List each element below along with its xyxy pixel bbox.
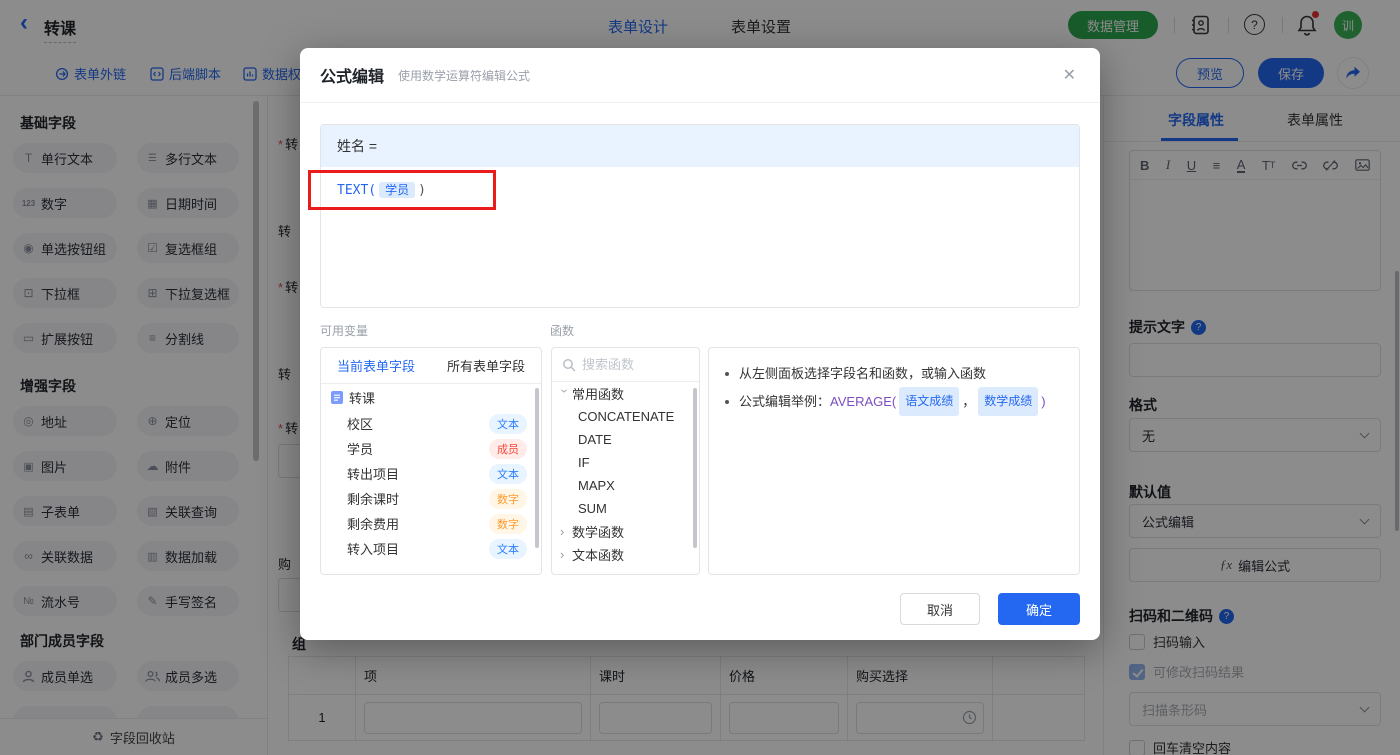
functions-panel: 常用函数 CONCATENATE DATE IF MAPX SUM 数学函数 文… (551, 347, 700, 575)
cancel-button[interactable]: 取消 (900, 593, 980, 625)
bullet (725, 399, 729, 404)
function-group[interactable]: 文本函数 (552, 543, 699, 566)
function-item[interactable]: SUM (552, 497, 699, 520)
example-function: AVERAGE( (830, 394, 897, 409)
variable-row[interactable]: 转入项目 文本 (321, 536, 541, 561)
modal-header: 公式编辑 使用数学运算符编辑公式 (300, 48, 1100, 103)
function-search-input[interactable] (582, 357, 682, 372)
variable-row[interactable]: 校区 文本 (321, 411, 541, 436)
close-icon[interactable] (1063, 65, 1076, 85)
type-badge: 文本 (489, 463, 527, 484)
help-panel: 从左侧面板选择字段名和函数，或输入函数 公式编辑举例： AVERAGE( 语文成… (708, 347, 1080, 575)
modal-title: 公式编辑 (320, 69, 385, 86)
help-tip: 从左侧面板选择字段名和函数，或输入函数 (725, 360, 1063, 387)
variables-panel: 当前表单字段 所有表单字段 转课 校区 文本 学员 成员 转出项目 文本 剩余课时 数字… (320, 347, 542, 575)
type-badge: 数字 (489, 513, 527, 534)
function-item[interactable]: DATE (552, 428, 699, 451)
variables-tabs: 当前表单字段 所有表单字段 (321, 348, 541, 384)
example-field-chip: 语文成绩 (899, 387, 960, 416)
variable-row[interactable]: 学员 成员 (321, 436, 541, 461)
function-item[interactable]: IF (552, 451, 699, 474)
function-item[interactable]: MAPX (552, 474, 699, 497)
function-group[interactable]: 数学函数 (552, 520, 699, 543)
function-search (552, 348, 699, 382)
help-example: 公式编辑举例： AVERAGE( 语文成绩 ， 数学成绩 ) (725, 387, 1063, 416)
chevron-right-icon (560, 524, 572, 539)
form-tree-root[interactable]: 转课 (321, 384, 541, 411)
variable-row[interactable]: 剩余课时 数字 (321, 486, 541, 511)
variables-scrollbar[interactable] (535, 388, 539, 548)
type-badge: 文本 (489, 538, 527, 559)
formula-edit-modal: 公式编辑 使用数学运算符编辑公式 姓名 = TEXT(学员) 可用变量 函数 当… (300, 48, 1100, 640)
tab-all-form-fields[interactable]: 所有表单字段 (431, 356, 541, 375)
chevron-right-icon (560, 547, 572, 562)
functions-label: 函数 (550, 324, 575, 338)
search-icon (563, 358, 576, 372)
form-doc-icon (331, 391, 343, 404)
variable-row[interactable]: 剩余费用 数字 (321, 511, 541, 536)
type-badge: 数字 (489, 488, 527, 509)
bullet (725, 371, 729, 376)
functions-scrollbar[interactable] (693, 388, 697, 548)
example-field-chip: 数学成绩 (978, 387, 1039, 416)
type-badge: 文本 (489, 413, 527, 434)
function-group[interactable]: 常用函数 (552, 382, 699, 405)
confirm-button[interactable]: 确定 (998, 593, 1080, 625)
formula-editor: 姓名 = TEXT(学员) (320, 124, 1080, 308)
annotation-red-box (308, 170, 496, 210)
variables-label: 可用变量 (320, 324, 369, 338)
tab-current-form-fields[interactable]: 当前表单字段 (321, 356, 431, 375)
function-item[interactable]: CONCATENATE (552, 405, 699, 428)
app-window: 转课 表单设计 表单设置 数据管理 训 表单外链 后端脚本 数据权限 预览 (0, 0, 1400, 755)
variable-row[interactable]: 转出项目 文本 (321, 461, 541, 486)
type-badge: 成员 (489, 438, 527, 459)
modal-subtitle: 使用数学运算符编辑公式 (398, 68, 531, 83)
chevron-down-icon (557, 389, 572, 401)
formula-target: 姓名 = (321, 125, 1079, 167)
